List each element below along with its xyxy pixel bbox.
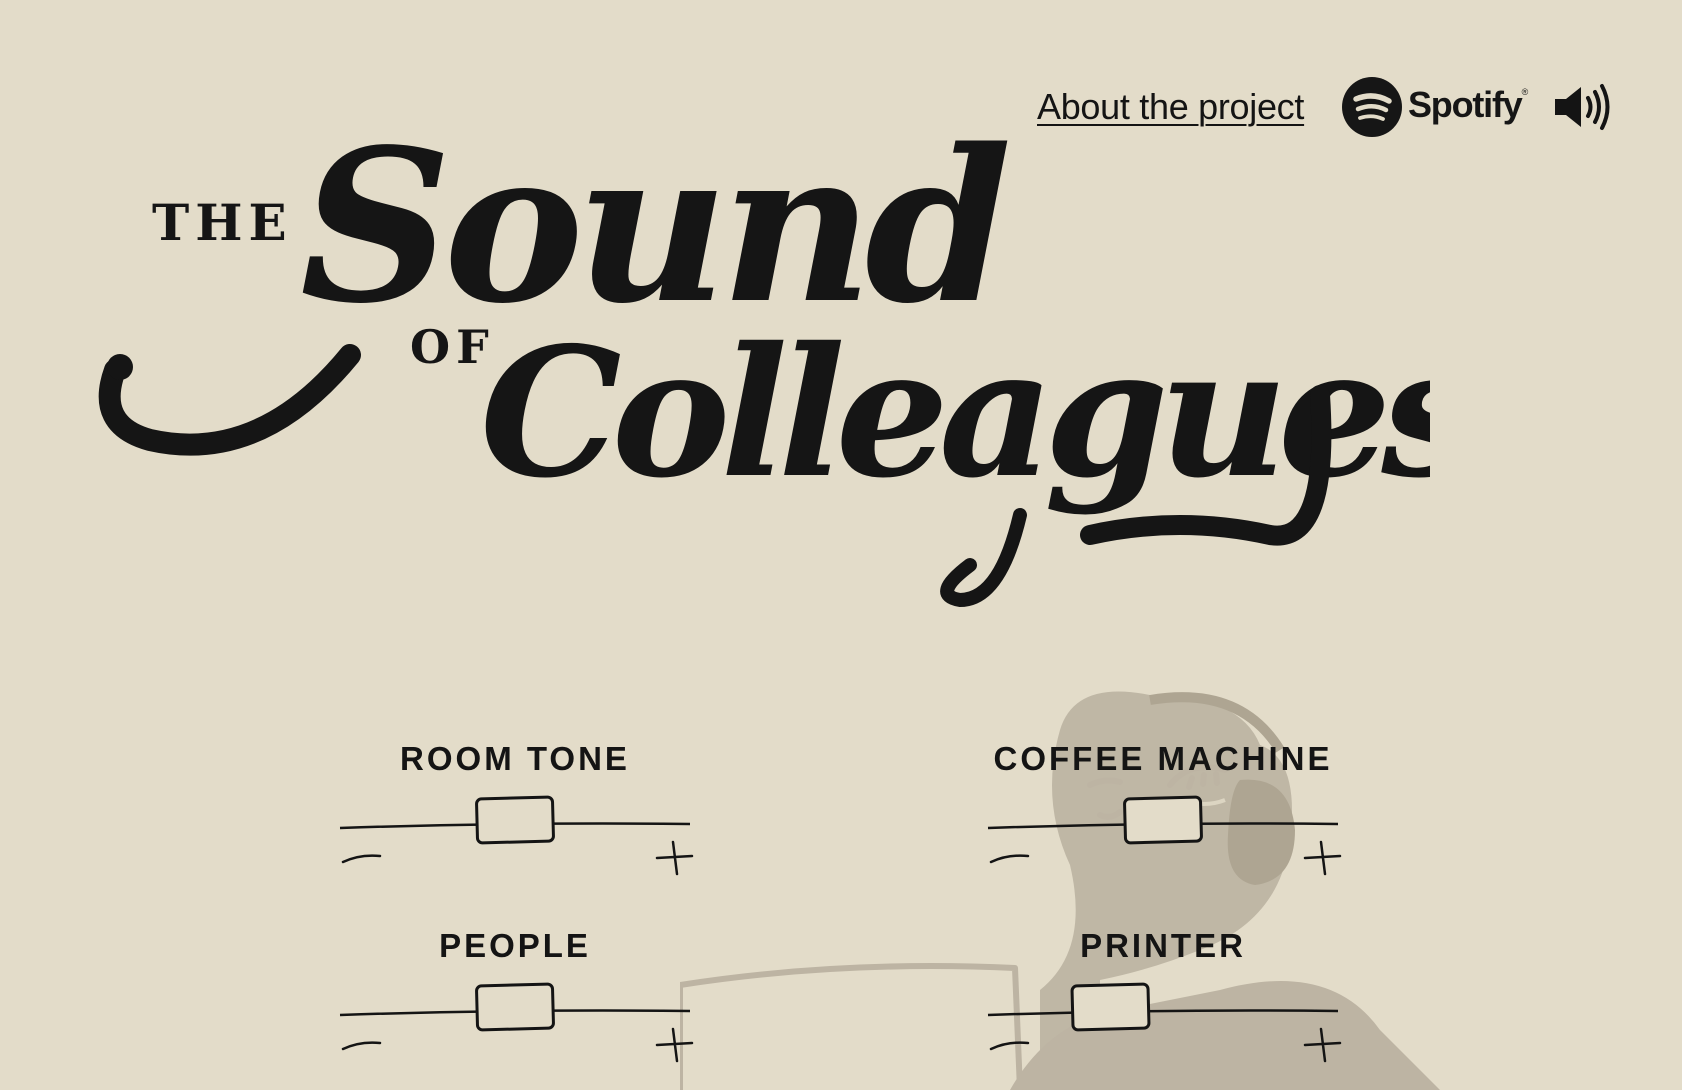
plus-icon	[655, 1027, 694, 1063]
minus-icon	[989, 854, 1030, 864]
mixer-label-room-tone: ROOM TONE	[400, 740, 630, 777]
title-swash-dot	[107, 354, 133, 380]
mixer-channel-coffee-machine: COFFEE MACHINE	[983, 740, 1343, 890]
minus-icon	[341, 854, 382, 864]
title-swash-left	[98, 344, 361, 456]
title-word-the: THE	[152, 193, 293, 252]
slider-handle[interactable]	[1123, 795, 1203, 845]
volume-slider-room-tone[interactable]	[335, 788, 695, 878]
volume-slider-people[interactable]	[335, 975, 695, 1065]
mixer-channel-people: PEOPLE	[335, 927, 695, 1077]
title-swash-descender	[940, 508, 1027, 608]
plus-icon	[1303, 1027, 1342, 1063]
mixer-label-coffee-machine: COFFEE MACHINE	[993, 740, 1333, 777]
volume-toggle-button[interactable]	[1552, 82, 1610, 132]
hero-title-lettering: THE Sound OF Colleagues THE Sound OF Col…	[90, 95, 1430, 655]
mixer-label-people: PEOPLE	[439, 927, 591, 964]
mixer-channel-printer: PRINTER	[983, 927, 1343, 1077]
volume-slider-coffee-machine[interactable]	[983, 788, 1343, 878]
laptop-outline	[680, 963, 1023, 1090]
minus-icon	[989, 1041, 1030, 1051]
title-word-colleagues: Colleagues	[480, 308, 1430, 517]
plus-icon	[1303, 840, 1342, 876]
slider-track	[987, 1009, 1339, 1017]
slider-handle[interactable]	[1070, 982, 1151, 1032]
minus-icon	[341, 1041, 382, 1051]
slider-handle[interactable]	[475, 795, 555, 845]
slider-handle[interactable]	[475, 982, 555, 1032]
title-lettering-graphic: THE Sound OF Colleagues	[98, 103, 1430, 608]
speaker-volume-icon	[1555, 84, 1610, 130]
volume-slider-printer[interactable]	[983, 975, 1343, 1065]
mixer-label-printer: PRINTER	[1080, 927, 1246, 964]
mixer-channel-room-tone: ROOM TONE	[335, 740, 695, 890]
plus-icon	[655, 840, 694, 876]
